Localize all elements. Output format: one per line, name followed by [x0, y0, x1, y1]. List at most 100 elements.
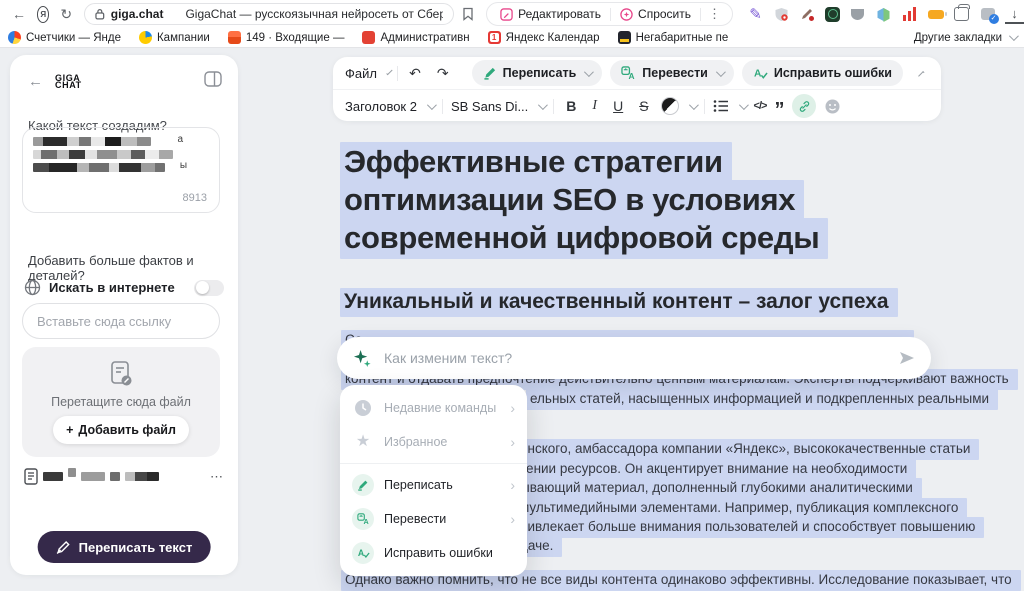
pen-icon [483, 66, 497, 80]
document-upload-icon [108, 360, 134, 388]
fix-errors-action-button[interactable]: A Исправить ошибки [742, 60, 903, 86]
edit-page-button[interactable]: Редактировать [491, 3, 610, 25]
extension-gray-shield-icon[interactable] [849, 6, 866, 23]
browser-topbar: ← Я ↻ giga.chat GigaChat — русскоязычная… [0, 0, 1024, 28]
globe-icon [24, 279, 41, 296]
prompt-textarea[interactable]: а ы 8913 [22, 127, 220, 213]
panel-toggle-icon[interactable] [204, 71, 222, 92]
other-bookmarks-button[interactable]: Другие закладки [914, 32, 1016, 44]
editor-toolbar: Файл ↶ ↷ Переписать A Перевести A Исправ… [333, 57, 941, 121]
edit-icon [500, 8, 513, 21]
page-title: GigaChat — русскоязычная нейросеть от Сб… [185, 7, 443, 21]
bookmark-inbox[interactable]: 149 · Входящие — [228, 31, 345, 44]
doc-heading1-line[interactable]: оптимизации SEO в условиях [340, 182, 804, 218]
file-menu-icon[interactable]: ⋯ [210, 469, 224, 485]
underline-button[interactable]: U [609, 98, 627, 114]
command-input[interactable] [382, 349, 897, 367]
menu-item-recent[interactable]: Недавние команды › [340, 391, 527, 425]
extension-pen-icon[interactable]: ✎ [747, 6, 764, 23]
add-file-button[interactable]: + Добавить файл [53, 416, 189, 444]
collapse-toolbar-icon[interactable] [918, 71, 924, 77]
menu-item-fix-errors[interactable]: A Исправить ошибки [340, 536, 527, 570]
send-icon[interactable] [897, 349, 917, 367]
link-icon [798, 100, 811, 113]
direct-favicon [139, 31, 152, 44]
menu-item-translate[interactable]: A Перевести › [340, 502, 527, 536]
highlight-color-button[interactable] [661, 97, 679, 115]
extension-tabs-icon[interactable] [953, 6, 970, 23]
command-bar [337, 337, 931, 379]
command-dropdown-menu: Недавние команды › ★ Избранное › Перепис… [340, 385, 527, 576]
chevron-down-icon [716, 67, 726, 77]
redacted-text-row [33, 137, 151, 146]
file-menu[interactable]: Файл [345, 66, 377, 81]
doc-paragraph-line[interactable]: оивлекает больше внимания пользователей … [516, 519, 984, 534]
extension-pencil-icon[interactable] [799, 6, 816, 23]
extension-strip: ✎ ↓ [747, 5, 1024, 24]
bookmark-flag-icon[interactable] [462, 7, 474, 21]
quote-button[interactable]: ” [774, 105, 784, 115]
doc-paragraph-line[interactable]: ельных статей, насыщенных информацией и … [526, 391, 998, 406]
doc-heading1-line[interactable]: современной цифровой среды [340, 220, 828, 256]
doc-heading1-line[interactable]: Эффективные стратегии [340, 144, 732, 180]
italic-button[interactable]: I [588, 98, 601, 114]
doc-paragraph-line[interactable]: ывающий материал, дополненный глубокими … [516, 480, 922, 495]
bookmark-admin[interactable]: Административн [362, 31, 469, 44]
translate-action-button[interactable]: A Перевести [610, 60, 734, 86]
redacted-text-row [33, 150, 173, 159]
svg-text:A: A [754, 68, 762, 79]
submenu-arrow-icon: › [510, 511, 515, 527]
address-bar[interactable]: giga.chat GigaChat — русскоязычная нейро… [84, 3, 454, 25]
ask-button[interactable]: Спросить [611, 3, 700, 25]
extension-ghost-icon[interactable] [825, 7, 840, 22]
back-icon[interactable]: ← [6, 7, 32, 21]
font-select[interactable]: SB Sans Di... [451, 99, 528, 114]
redo-button[interactable]: ↷ [433, 65, 453, 82]
more-options-icon[interactable]: ⋮ [701, 6, 728, 22]
dark-favicon [618, 31, 631, 44]
file-dropzone[interactable]: Перетащите сюда файл + Добавить файл [22, 347, 220, 457]
doc-paragraph-line[interactable]: кении ресурсов. Он акцентирует внимание … [516, 461, 916, 476]
dropzone-label: Перетащите сюда файл [51, 395, 191, 409]
url-text: giga.chat [111, 7, 164, 21]
code-button[interactable]: </> [754, 100, 767, 112]
link-button[interactable] [792, 94, 816, 118]
strikethrough-button[interactable]: S [635, 98, 652, 114]
emoji-button[interactable] [824, 98, 841, 115]
list-button[interactable] [713, 99, 729, 113]
doc-paragraph-line[interactable]: мультимедийными элементами. Например, пу… [516, 500, 967, 515]
reload-icon[interactable]: ↻ [54, 7, 78, 21]
rewrite-action-button[interactable]: Переписать [472, 60, 603, 86]
mail-favicon [228, 31, 241, 44]
doc-heading2[interactable]: Уникальный и качественный контент – зало… [340, 290, 898, 314]
extension-chart-icon[interactable] [901, 7, 918, 21]
bookmark-calendar[interactable]: Яндекс Календар [488, 31, 600, 44]
menu-item-favorites[interactable]: ★ Избранное › [340, 425, 527, 459]
translate-icon: A [621, 66, 636, 80]
attached-file-item[interactable]: ⋯ [24, 468, 224, 485]
undo-button[interactable]: ↶ [405, 65, 425, 82]
file-icon [24, 468, 38, 485]
bold-button[interactable]: B [562, 98, 580, 114]
doc-paragraph-line[interactable]: инского, амбассадора компании «Яндекс», … [516, 441, 979, 456]
browser-profile-icon[interactable]: Я [37, 6, 49, 23]
rewrite-text-button[interactable]: Переписать текст [38, 531, 211, 563]
bookmark-metrica[interactable]: Счетчики — Янде [8, 31, 121, 44]
char-counter: 8913 [183, 192, 207, 204]
star-icon: ★ [352, 434, 374, 450]
extension-sync-icon[interactable] [979, 6, 996, 23]
bookmark-oversized[interactable]: Негабаритные пе [618, 31, 729, 44]
link-input[interactable] [22, 303, 220, 339]
web-search-toggle[interactable] [194, 280, 224, 296]
extension-battery-icon[interactable] [927, 6, 944, 23]
downloads-icon[interactable]: ↓ [1005, 5, 1024, 24]
sidebar-back-icon[interactable]: ← [28, 73, 43, 90]
menu-item-rewrite[interactable]: Переписать › [340, 468, 527, 502]
extension-cube-icon[interactable] [875, 6, 892, 23]
spellcheck-icon: A [352, 542, 374, 564]
chevron-down-icon [689, 100, 699, 110]
extension-shield-icon[interactable] [773, 6, 790, 23]
paragraph-style-select[interactable]: Заголовок 2 [345, 99, 417, 114]
clock-icon [352, 399, 374, 417]
bookmark-campaigns[interactable]: Кампании [139, 31, 210, 44]
